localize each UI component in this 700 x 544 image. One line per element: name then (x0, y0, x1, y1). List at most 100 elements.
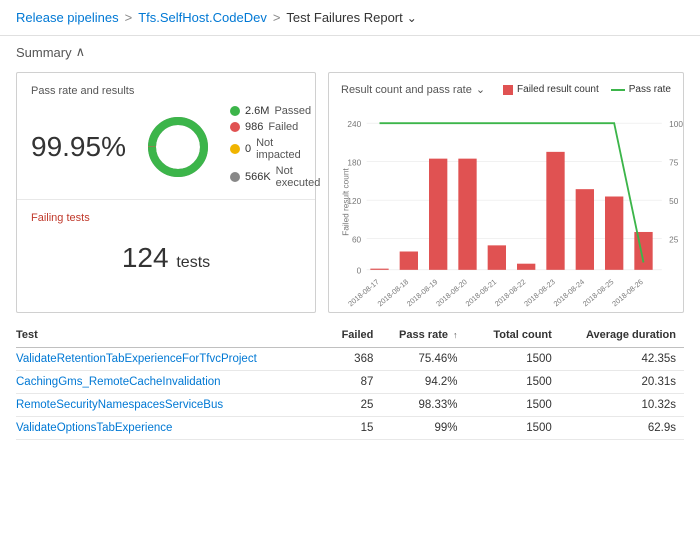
table-row: ValidateRetentionTabExperienceForTfvcPro… (16, 348, 684, 371)
not-impacted-dot (230, 144, 240, 154)
pass-rate-card: Pass rate and results 99.95% (16, 72, 316, 313)
chart-title: Result count and pass rate ⌄ (341, 83, 485, 96)
cell-pass-rate: 98.33% (381, 394, 465, 417)
cell-avg-dur: 20.31s (560, 371, 684, 394)
cell-failed: 15 (331, 417, 381, 440)
failed-dot (230, 122, 240, 132)
cell-total: 1500 (476, 417, 560, 440)
not-impacted-label: Not impacted (256, 137, 320, 161)
cell-empty (466, 394, 476, 417)
col-avg-dur: Average duration (560, 323, 684, 348)
breadcrumb-part2[interactable]: Tfs.SelfHost.CodeDev (138, 10, 267, 25)
chart-legend: 2.6M Passed 986 Failed 0 Not impacted (230, 105, 320, 189)
cell-total: 1500 (476, 371, 560, 394)
failing-label-text: tests (176, 254, 210, 271)
svg-text:2018-08-18: 2018-08-18 (376, 277, 411, 308)
svg-text:100: 100 (669, 120, 683, 129)
cell-test[interactable]: ValidateOptionsTabExperience (16, 417, 331, 440)
failing-tests-section: Failing tests 124 tests (17, 200, 315, 294)
breadcrumb-part1[interactable]: Release pipelines (16, 10, 119, 25)
pass-line-icon (611, 89, 625, 91)
svg-text:2018-08-22: 2018-08-22 (493, 277, 528, 308)
svg-text:Failed result count: Failed result count (341, 168, 350, 236)
chevron-down-icon[interactable]: ⌄ (407, 11, 417, 25)
summary-label: Summary (16, 45, 72, 60)
pass-rate-section: Pass rate and results 99.95% (17, 73, 315, 200)
svg-text:25: 25 (669, 235, 679, 244)
pass-rate-line (380, 123, 644, 262)
col-failed: Failed (331, 323, 381, 348)
cell-test[interactable]: ValidateRetentionTabExperienceForTfvcPro… (16, 348, 331, 371)
cell-empty (466, 348, 476, 371)
breadcrumb-sep2: > (273, 10, 281, 25)
cell-avg-dur: 62.9s (560, 417, 684, 440)
cell-pass-rate: 94.2% (381, 371, 465, 394)
chart-card: Result count and pass rate ⌄ Failed resu… (328, 72, 684, 313)
failing-count: 124 tests (31, 232, 301, 284)
table-row: ValidateOptionsTabExperience 15 99% 1500… (16, 417, 684, 440)
failed-value: 986 (245, 121, 263, 133)
bar-1 (400, 252, 418, 270)
legend-passed: 2.6M Passed (230, 105, 320, 117)
failed-label: Failed (268, 121, 298, 133)
bar-chart-svg: 240 180 120 60 0 100 75 50 25 Failed res… (341, 102, 671, 302)
legend-not-executed: 566K Not executed (230, 165, 320, 189)
not-executed-value: 566K (245, 171, 271, 183)
bar-8 (605, 197, 623, 270)
pass-rate-content: 99.95% 2.6M (31, 105, 301, 189)
table-header-row: Test Failed Pass rate ↑ Total count Aver… (16, 323, 684, 348)
bar-9 (634, 232, 652, 270)
svg-text:2018-08-19: 2018-08-19 (405, 277, 440, 308)
legend-failed: 986 Failed (230, 121, 320, 133)
cell-pass-rate: 99% (381, 417, 465, 440)
breadcrumb-sep1: > (125, 10, 133, 25)
passed-dot (230, 106, 240, 116)
cell-test[interactable]: RemoteSecurityNamespacesServiceBus (16, 394, 331, 417)
bar-2 (429, 159, 447, 270)
chart-inner: Result count and pass rate ⌄ Failed resu… (329, 73, 683, 312)
svg-text:180: 180 (347, 158, 361, 167)
legend-failed-bar: Failed result count (503, 84, 599, 95)
svg-text:240: 240 (347, 120, 361, 129)
results-table: Test Failed Pass rate ↑ Total count Aver… (16, 323, 684, 440)
svg-text:2018-08-24: 2018-08-24 (552, 277, 587, 308)
passed-value: 2.6M (245, 105, 269, 117)
sort-icon[interactable]: ↑ (453, 330, 458, 340)
breadcrumb: Release pipelines > Tfs.SelfHost.CodeDev… (0, 0, 700, 36)
breadcrumb-part3: Test Failures Report ⌄ (286, 10, 416, 25)
svg-text:2018-08-25: 2018-08-25 (581, 277, 616, 308)
col-pass-rate: Pass rate ↑ (381, 323, 465, 348)
svg-text:60: 60 (352, 235, 362, 244)
cell-failed: 87 (331, 371, 381, 394)
failed-bar-icon (503, 85, 513, 95)
svg-text:2018-08-20: 2018-08-20 (434, 277, 469, 308)
bar-7 (576, 189, 594, 270)
cell-empty (466, 417, 476, 440)
bar-0 (370, 269, 388, 270)
col-spacer (466, 323, 476, 348)
svg-text:2018-08-17: 2018-08-17 (346, 277, 381, 308)
bar-6 (546, 152, 564, 270)
table-row: CachingGms_RemoteCacheInvalidation 87 94… (16, 371, 684, 394)
cell-test[interactable]: CachingGms_RemoteCacheInvalidation (16, 371, 331, 394)
cell-total: 1500 (476, 348, 560, 371)
bar-4 (488, 245, 506, 269)
chart-header: Result count and pass rate ⌄ Failed resu… (341, 83, 671, 96)
svg-text:0: 0 (357, 267, 362, 276)
chart-chevron-icon[interactable]: ⌄ (476, 83, 485, 96)
bar-5 (517, 264, 535, 270)
cell-avg-dur: 42.35s (560, 348, 684, 371)
summary-header[interactable]: Summary ∧ (16, 44, 684, 60)
cell-failed: 368 (331, 348, 381, 371)
col-test: Test (16, 323, 331, 348)
chart-legend-items: Failed result count Pass rate (503, 84, 671, 95)
collapse-icon: ∧ (76, 44, 86, 60)
donut-svg (144, 113, 212, 181)
svg-text:75: 75 (669, 158, 679, 167)
cell-avg-dur: 10.32s (560, 394, 684, 417)
svg-text:2018-08-26: 2018-08-26 (610, 277, 645, 308)
chart-area: 240 180 120 60 0 100 75 50 25 Failed res… (341, 102, 671, 302)
cell-pass-rate: 75.46% (381, 348, 465, 371)
legend-pass-line: Pass rate (611, 84, 671, 95)
svg-text:2018-08-23: 2018-08-23 (522, 277, 557, 308)
